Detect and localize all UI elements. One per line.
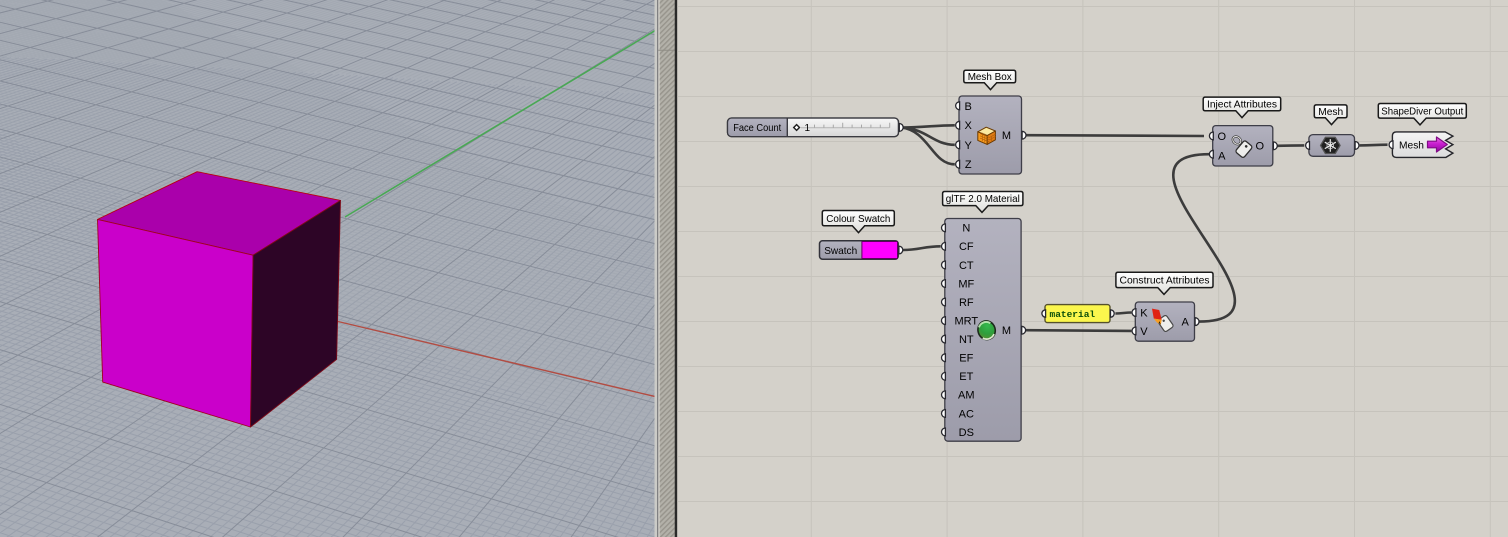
svg-text:O: O xyxy=(1218,131,1227,143)
svg-text:Mesh Box: Mesh Box xyxy=(968,72,1013,83)
svg-text:X: X xyxy=(965,120,973,132)
svg-text:Mesh: Mesh xyxy=(1318,107,1343,118)
svg-text:RF: RF xyxy=(959,297,974,309)
svg-text:DS: DS xyxy=(959,427,974,439)
svg-text:AM: AM xyxy=(958,390,975,402)
svg-text:K: K xyxy=(1140,308,1148,320)
svg-text:Construct Attributes: Construct Attributes xyxy=(1120,276,1210,287)
svg-text:CT: CT xyxy=(959,260,974,272)
svg-text:glTF 2.0 Material: glTF 2.0 Material xyxy=(946,194,1020,205)
svg-text:Inject Attributes: Inject Attributes xyxy=(1207,100,1277,111)
svg-text:AC: AC xyxy=(959,408,974,420)
svg-text:Mesh: Mesh xyxy=(1399,140,1424,152)
svg-text:ShapeDiver Output: ShapeDiver Output xyxy=(1381,107,1463,118)
svg-text:Swatch: Swatch xyxy=(824,246,857,257)
svg-text:MRT: MRT xyxy=(954,316,978,328)
svg-text:Y: Y xyxy=(965,140,973,152)
svg-text:NT: NT xyxy=(959,334,974,346)
svg-text:MF: MF xyxy=(958,278,974,290)
svg-text:M: M xyxy=(1002,325,1011,337)
svg-text:B: B xyxy=(965,101,972,113)
svg-text:A: A xyxy=(1182,317,1190,329)
svg-text:M: M xyxy=(1002,130,1011,142)
svg-text:Face Count: Face Count xyxy=(733,123,781,134)
svg-text:material: material xyxy=(1050,309,1096,320)
svg-text:CF: CF xyxy=(959,241,974,253)
svg-text:EF: EF xyxy=(959,353,973,365)
svg-text:ET: ET xyxy=(959,371,973,383)
svg-text:O: O xyxy=(1256,141,1265,153)
svg-text:A: A xyxy=(1218,150,1226,162)
svg-text:N: N xyxy=(962,223,970,235)
svg-text:1: 1 xyxy=(805,123,811,134)
svg-text:Z: Z xyxy=(965,159,972,171)
svg-text:Colour Swatch: Colour Swatch xyxy=(826,214,890,225)
svg-text:V: V xyxy=(1140,326,1148,338)
